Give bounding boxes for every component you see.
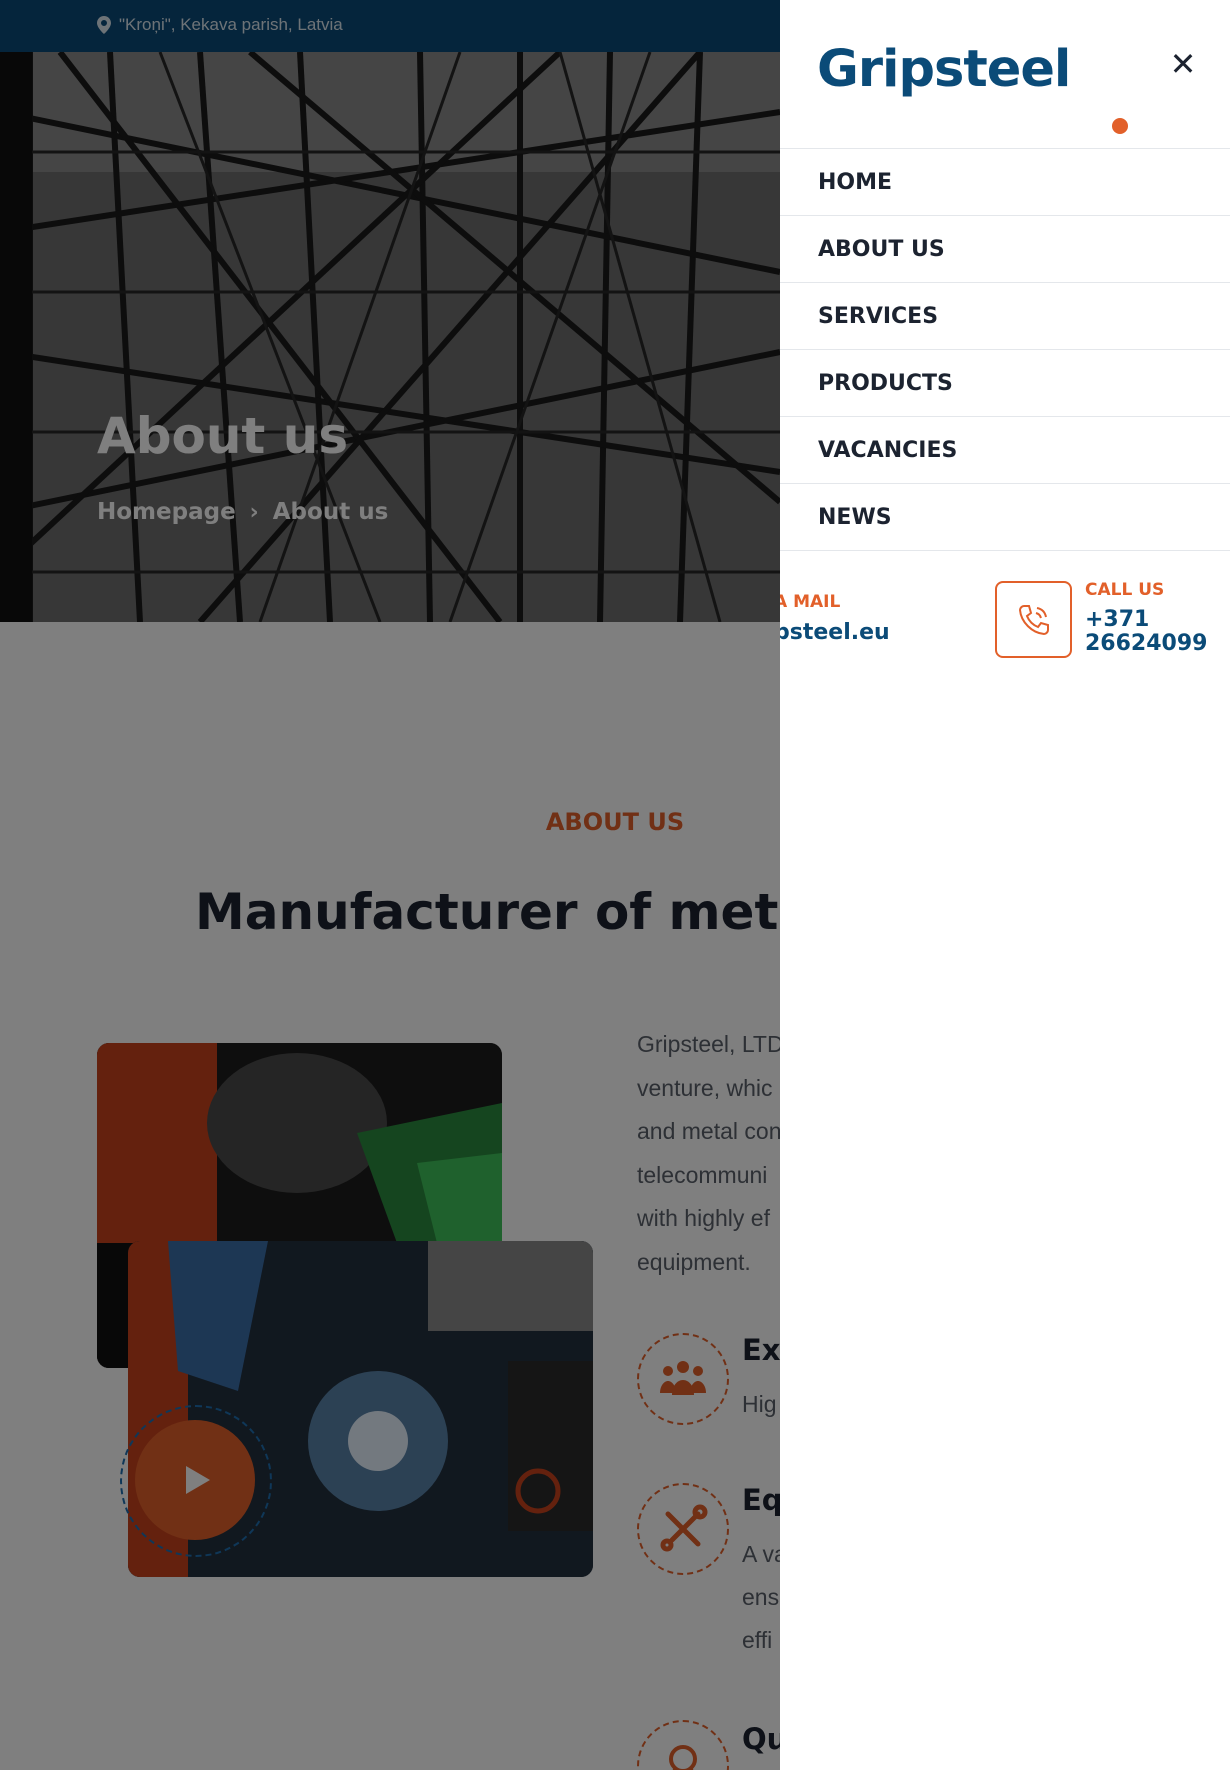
gripsteel-logo[interactable]: Gripsteel — [817, 40, 1071, 99]
call-label: CALL US — [1085, 580, 1165, 600]
menu-item-products[interactable]: PRODUCTS — [780, 350, 1230, 417]
menu-backdrop[interactable] — [0, 0, 780, 1770]
menu-item-services[interactable]: SERVICES — [780, 283, 1230, 350]
phone-icon[interactable] — [995, 581, 1072, 658]
mail-link[interactable]: psteel.eu — [780, 620, 890, 645]
menu-item-news[interactable]: NEWS — [780, 484, 1230, 551]
page: "Kroņi", Kekava parish, Latvia — [0, 0, 1230, 1770]
phone-number-link[interactable]: +371 26624099 — [1085, 608, 1220, 656]
menu-nav: HOME ABOUT US SERVICES PRODUCTS VACANCIE… — [780, 148, 1230, 551]
logo-dot — [1112, 118, 1128, 134]
mail-label: A MAIL — [780, 592, 841, 612]
menu-item-home[interactable]: HOME — [780, 149, 1230, 216]
side-menu: Gripsteel ✕ HOME ABOUT US SERVICES PRODU… — [780, 0, 1230, 1770]
close-icon[interactable]: ✕ — [1165, 45, 1201, 83]
menu-item-about-us[interactable]: ABOUT US — [780, 216, 1230, 283]
menu-item-vacancies[interactable]: VACANCIES — [780, 417, 1230, 484]
